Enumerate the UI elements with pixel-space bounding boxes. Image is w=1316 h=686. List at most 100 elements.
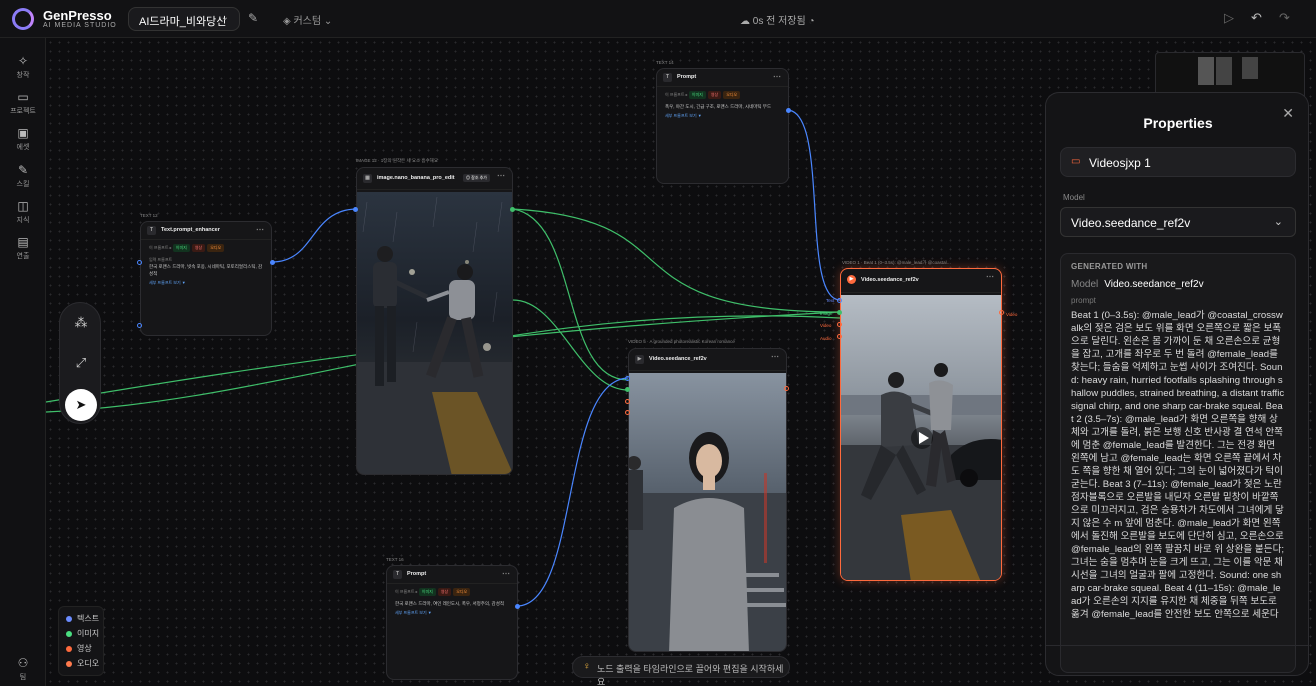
more-icon[interactable]: ⋯	[986, 272, 994, 281]
redo-icon[interactable]: ↷	[1279, 10, 1290, 26]
chip-video[interactable]: 영상	[707, 91, 722, 99]
close-icon[interactable]: ✕	[1282, 105, 1294, 122]
woman-rain-illustration	[629, 432, 786, 651]
chip-audio[interactable]: 오디오	[723, 91, 741, 99]
node-text-14[interactable]: T Prompt ⋯ 이 프롬프트 ▸ 이미지 영상 오디오 폭우, 야간 도시, 긴급…	[656, 68, 789, 184]
legend: 텍스트 이미지 영상 오디오	[58, 606, 104, 676]
legend-item-text: 텍스트	[66, 613, 103, 628]
node-tag: TEXT 12	[140, 213, 158, 218]
node-tag-label: VIDEO 5	[628, 339, 646, 344]
video-camera-icon: ▭	[1071, 156, 1081, 167]
output-port[interactable]	[784, 386, 789, 391]
model-select[interactable]: Video.seedance_ref2v ⌄	[1060, 207, 1296, 237]
chip-image[interactable]: 이미지	[418, 588, 436, 596]
input-port[interactable]	[625, 410, 630, 415]
expand-link[interactable]: 세부 프롬프트 보기 ▼	[387, 607, 517, 619]
pencil-icon[interactable]: ✎	[248, 11, 258, 25]
book-icon: ◫	[17, 199, 29, 213]
sidebar-item-create[interactable]: ✧ 창작	[0, 54, 46, 80]
chip-video[interactable]: 영상	[437, 588, 452, 596]
undo-icon[interactable]: ↶	[1251, 10, 1262, 26]
input-port[interactable]	[625, 376, 630, 381]
more-icon[interactable]: ⋯	[256, 225, 264, 234]
select-cursor-icon[interactable]: ➤	[65, 389, 97, 421]
input-port[interactable]	[137, 323, 142, 328]
logo-icon	[12, 8, 34, 30]
more-icon[interactable]: ⋯	[771, 352, 779, 361]
sidebar-item-direction[interactable]: ▤ 연출	[0, 235, 46, 261]
more-icon[interactable]: ⋯	[773, 72, 781, 81]
chip-video[interactable]: 영상	[191, 244, 206, 252]
minimap-node	[1198, 57, 1214, 85]
generated-video-frame[interactable]	[841, 295, 1001, 580]
node-text-12[interactable]: T Text.prompt_enhancer ⋯ 이 프롬프트 ▸ 이미지 영상 오디오…	[140, 221, 272, 336]
node-title: image.nano_banana_pro_edit	[377, 175, 455, 181]
output-port[interactable]	[786, 108, 791, 113]
add-reference-button[interactable]: ◎ 참조 추가	[463, 174, 490, 182]
chip-audio[interactable]: 오디오	[453, 588, 471, 596]
panel-title: Properties	[1143, 115, 1213, 131]
node-tag-label: IMAGE 12	[356, 158, 377, 163]
generated-image[interactable]	[357, 192, 512, 474]
chip-row-label: 이 프롬프트 ▸	[149, 245, 172, 250]
legend-dot	[66, 645, 72, 652]
chip-image[interactable]: 이미지	[688, 91, 706, 99]
generated-video-frame[interactable]	[629, 373, 786, 651]
input-port[interactable]	[137, 260, 142, 265]
section-heading: GENERATED WITH	[1071, 262, 1148, 271]
node-image-12[interactable]: ▦ image.nano_banana_pro_edit ◎ 참조 추가 ⋯	[356, 167, 513, 475]
node-body: 폭우, 야간 도시, 긴급 구조, 로맨스 드라마, 시네마틱 무드	[665, 104, 772, 109]
rain-scene-illustration	[357, 196, 512, 474]
port-label-image: Image	[820, 311, 833, 316]
node-video-1[interactable]: ▶ Video.seedance_ref2v ⋯	[840, 268, 1002, 581]
input-port[interactable]	[625, 399, 630, 404]
input-port-video[interactable]	[837, 322, 842, 327]
custom-label: 커스텀	[293, 16, 322, 27]
input-port-audio[interactable]	[837, 334, 842, 339]
sidebar-item-knowledge[interactable]: ◫ 지식	[0, 199, 46, 225]
node-title: Prompt	[407, 571, 427, 577]
input-port-text[interactable]	[837, 298, 842, 303]
custom-mode-selector[interactable]: ◈ 커스텀 ⌄	[283, 12, 332, 27]
legend-item-video: 영상	[66, 643, 103, 658]
text-node-icon: T	[393, 570, 402, 579]
minimap-node	[1216, 57, 1232, 85]
node-tag-note: · A grounded photorealistic Korean roman…	[647, 339, 735, 344]
sidebar-item-team[interactable]: ⚇ 팀	[0, 656, 46, 682]
expand-link[interactable]: 세부 프롬프트 보기 ▼	[141, 277, 271, 289]
node-video-5[interactable]: ▶ Video.seedance_ref2v ⋯	[628, 348, 787, 652]
chip-image[interactable]: 이미지	[172, 244, 190, 252]
input-port[interactable]	[625, 387, 630, 392]
sidebar-item-projects[interactable]: ▭ 프로젝트	[0, 90, 46, 116]
project-selector[interactable]: AI드라마_비와당신 ⌄	[128, 7, 240, 31]
input-port[interactable]	[353, 207, 358, 212]
node-tag-note: · 1장의 원작은 세 요소 흡수해요	[378, 158, 438, 163]
chevron-down-icon: ⌄	[1273, 216, 1283, 228]
node-tag: TEXT 16	[386, 557, 404, 562]
expand-link[interactable]: 세부 프롬프트 보기 ▼	[657, 110, 788, 122]
output-port[interactable]	[515, 604, 520, 609]
sidebar: ✧ 창작 ▭ 프로젝트 ▣ 에셋 ✎ 스킬 ◫ 지식 ▤ 연출 ⚇ 팀	[0, 38, 46, 686]
magic-wand-icon[interactable]: ⁂	[60, 315, 102, 331]
generated-model-row: Model Video.seedance_ref2v	[1071, 279, 1285, 290]
team-icon: ⚇	[17, 656, 29, 670]
app-subtitle: AI MEDIA STUDIO	[43, 22, 117, 29]
input-port-image[interactable]	[837, 310, 842, 315]
output-port-video[interactable]	[999, 310, 1004, 315]
more-icon[interactable]: ⋯	[497, 171, 505, 180]
output-port[interactable]	[270, 260, 275, 265]
minimap-node	[1242, 57, 1258, 79]
node-tag-note: · Beat 1 (0–3.5s): @male_lead가 @coastal…	[861, 260, 952, 265]
more-icon[interactable]: ⋯	[502, 569, 510, 578]
sidebar-item-skills[interactable]: ✎ 스킬	[0, 163, 46, 189]
output-port[interactable]	[510, 207, 515, 212]
model-label: Model	[1063, 193, 1085, 202]
sidebar-item-assets[interactable]: ▣ 에셋	[0, 126, 46, 152]
node-name-field[interactable]: ▭ Videosjxp 1	[1060, 147, 1296, 177]
project-name: AI드라마_비와당신	[139, 16, 227, 28]
chip-audio[interactable]: 오디오	[207, 244, 225, 252]
play-icon[interactable]: ▷	[1224, 10, 1234, 26]
node-text-16[interactable]: T Prompt ⋯ 이 프롬프트 ▸ 이미지 영상 오디오 한국 로맨스 드라마, 여…	[386, 565, 518, 680]
sidebar-item-label: 프로젝트	[10, 108, 36, 115]
fit-view-icon[interactable]: ⤢	[60, 355, 102, 371]
